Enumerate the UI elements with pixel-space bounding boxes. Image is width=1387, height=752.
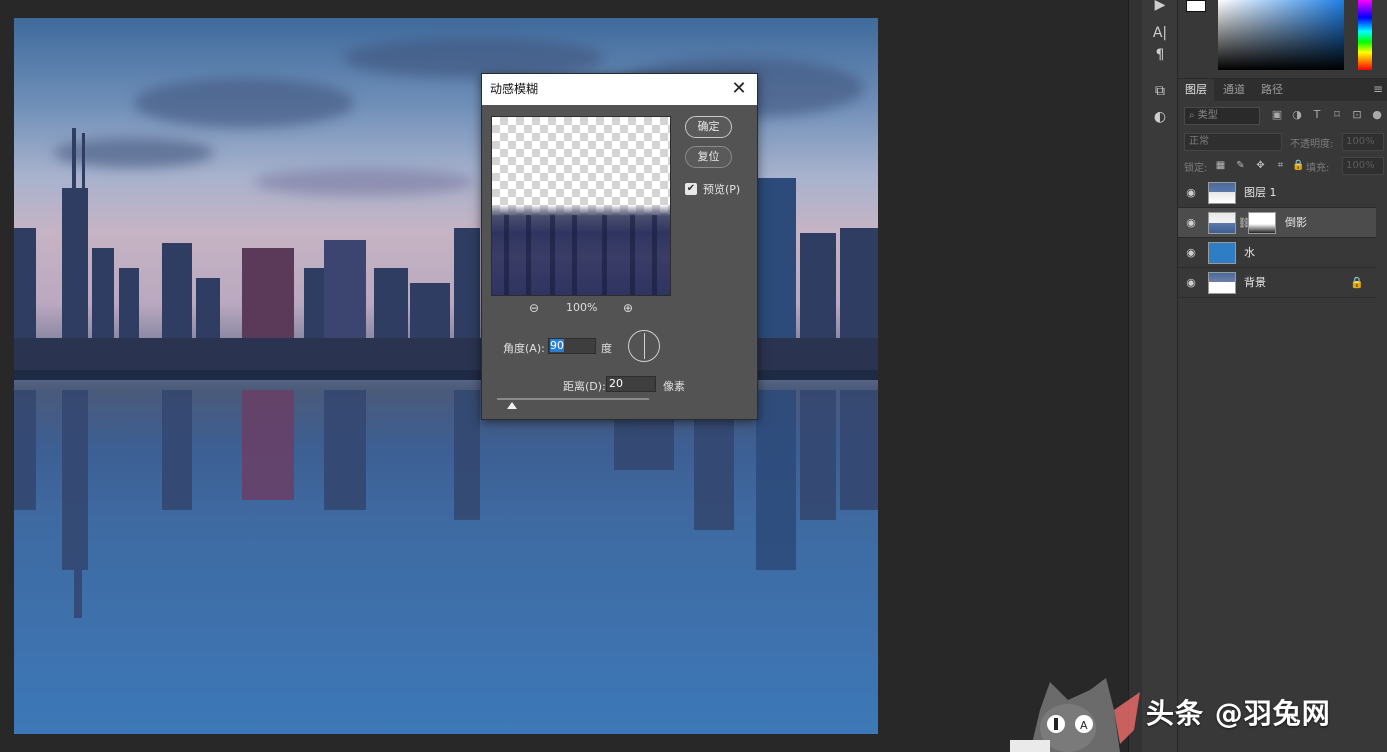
ok-button[interactable]: 确定 xyxy=(685,116,732,138)
motion-blur-dialog: 动感模糊 ✕ 确定 复位 ✔ 预览(P) ⊖ 100% ⊕ 角度(A): 90 … xyxy=(481,73,758,420)
opacity-input[interactable]: 100% xyxy=(1342,133,1384,151)
visibility-eye-icon[interactable]: ◉ xyxy=(1184,246,1198,260)
visibility-eye-icon[interactable]: ◉ xyxy=(1184,186,1198,200)
character-icon[interactable]: A| xyxy=(1142,22,1178,44)
layer-thumbnail xyxy=(1208,182,1236,204)
layer-name: 倒影 xyxy=(1285,216,1307,229)
smart-object-filter-icon[interactable]: ⊡ xyxy=(1350,108,1364,122)
watermark-text: 头条 @羽兔网 xyxy=(1146,697,1331,730)
adjustments-icon[interactable]: ◐ xyxy=(1142,106,1178,128)
distance-slider-thumb[interactable] xyxy=(507,402,518,409)
layer-name: 图层 1 xyxy=(1244,186,1277,199)
adjustment-filter-icon[interactable]: ◑ xyxy=(1290,108,1304,122)
mascot-logo: A xyxy=(1010,678,1140,752)
preview-blur-streak xyxy=(526,215,531,295)
foreground-color-swatch[interactable] xyxy=(1186,0,1206,12)
color-saturation-field[interactable] xyxy=(1218,0,1344,70)
paragraph-icon[interactable]: ¶ xyxy=(1142,44,1178,66)
preview-label: 预览(P) xyxy=(703,183,741,196)
zoom-level: 100% xyxy=(566,301,598,314)
lock-artboard-icon[interactable]: ⌗ xyxy=(1274,159,1287,172)
layer-filter-row: ⌕ 类型 ▣ ◑ T ⌑ ⊡ ● xyxy=(1182,107,1383,127)
panel-tab-bar: 图层 通道 路径 ≡ xyxy=(1178,79,1387,101)
preview-blur-streak xyxy=(652,215,657,295)
hue-slider[interactable] xyxy=(1358,0,1372,70)
lock-transparent-icon[interactable]: ▦ xyxy=(1214,159,1227,172)
type-filter-icon[interactable]: T xyxy=(1310,108,1324,122)
lock-all-icon[interactable]: 🔒 xyxy=(1292,159,1305,172)
lock-label: 锁定: xyxy=(1184,163,1208,174)
reset-button[interactable]: 复位 xyxy=(685,146,732,168)
distance-input[interactable]: 20 xyxy=(606,376,656,392)
layer-row[interactable]: ◉ ⛓ 倒影 xyxy=(1178,208,1376,238)
opacity-label: 不透明度: xyxy=(1290,139,1334,150)
libraries-icon[interactable]: ⧉ xyxy=(1142,80,1178,102)
layer-mask-thumbnail[interactable] xyxy=(1248,212,1276,234)
preview-blur-streak xyxy=(630,215,635,295)
layer-name: 水 xyxy=(1244,246,1255,259)
tab-layers[interactable]: 图层 xyxy=(1178,79,1214,101)
angle-input[interactable]: 90 xyxy=(548,338,596,354)
layer-row[interactable]: ◉ 图层 1 xyxy=(1178,178,1376,208)
fill-label: 填充: xyxy=(1306,163,1330,174)
filter-toggle-icon[interactable]: ● xyxy=(1370,108,1384,122)
tab-channels[interactable]: 通道 xyxy=(1216,79,1252,101)
angle-dial[interactable] xyxy=(628,330,660,362)
panel-menu-icon[interactable]: ≡ xyxy=(1373,82,1383,96)
tab-paths[interactable]: 路径 xyxy=(1254,79,1290,101)
distance-unit: 像素 xyxy=(663,380,685,393)
fill-input[interactable]: 100% xyxy=(1342,157,1384,175)
angle-value: 90 xyxy=(550,339,564,352)
zoom-in-icon[interactable]: ⊕ xyxy=(620,300,636,316)
filter-preview[interactable] xyxy=(491,116,671,296)
layers-panel: 图层 通道 路径 ≡ ⌕ 类型 ▣ ◑ T ⌑ ⊡ ● 正常 不透明度: 100… xyxy=(1178,78,1387,752)
angle-label: 角度(A): xyxy=(503,342,545,355)
preview-blurred-content xyxy=(492,205,670,295)
search-icon: ⌕ xyxy=(1189,110,1195,121)
preview-checkbox[interactable]: ✔ xyxy=(685,183,697,195)
preview-blur-streak xyxy=(572,215,577,295)
lock-pixels-icon[interactable]: ✎ xyxy=(1234,159,1247,172)
dialog-titlebar[interactable]: 动感模糊 ✕ xyxy=(482,74,757,105)
angle-unit: 度 xyxy=(601,342,612,355)
layer-thumbnail xyxy=(1208,272,1236,294)
distance-slider-track[interactable] xyxy=(497,398,649,400)
distance-label: 距离(D): xyxy=(563,380,606,393)
dialog-title: 动感模糊 xyxy=(490,82,539,96)
panel-collapse-strip[interactable] xyxy=(1128,0,1142,752)
panel-icon-strip: ▶ A| ¶ ⧉ ◐ xyxy=(1142,0,1178,752)
play-icon[interactable]: ▶ xyxy=(1142,0,1178,16)
preview-blur-streak xyxy=(550,215,555,295)
zoom-out-icon[interactable]: ⊖ xyxy=(526,300,542,316)
layer-row[interactable]: ◉ 水 xyxy=(1178,238,1376,268)
lock-row: 锁定: ▦ ✎ ✥ ⌗ 🔒 填充: 100% xyxy=(1182,157,1384,177)
color-panel xyxy=(1178,0,1387,76)
visibility-eye-icon[interactable]: ◉ xyxy=(1184,216,1198,230)
layer-filter-select[interactable]: ⌕ 类型 xyxy=(1184,107,1260,125)
svg-text:A: A xyxy=(1080,719,1088,732)
layer-row[interactable]: ◉ 背景 🔒 xyxy=(1178,268,1376,298)
shape-filter-icon[interactable]: ⌑ xyxy=(1330,108,1344,122)
pixel-filter-icon[interactable]: ▣ xyxy=(1270,108,1284,122)
blend-row: 正常 不透明度: 100% xyxy=(1182,133,1384,153)
preview-blur-streak xyxy=(602,215,607,295)
blend-mode-select[interactable]: 正常 xyxy=(1184,133,1282,151)
lock-icon: 🔒 xyxy=(1350,276,1364,289)
layer-thumbnail xyxy=(1208,242,1236,264)
visibility-eye-icon[interactable]: ◉ xyxy=(1184,276,1198,290)
close-icon[interactable]: ✕ xyxy=(729,79,749,99)
layer-name: 背景 xyxy=(1244,276,1266,289)
layer-filter-placeholder: 类型 xyxy=(1197,110,1218,121)
watermark: A 头条 @羽兔网 xyxy=(1010,670,1387,752)
preview-blur-streak xyxy=(504,215,509,295)
lock-position-icon[interactable]: ✥ xyxy=(1254,159,1267,172)
layer-thumbnail xyxy=(1208,212,1236,234)
